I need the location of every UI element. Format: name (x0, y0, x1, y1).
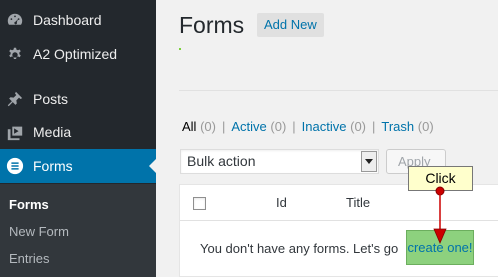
submenu-item-entries[interactable]: Entries (9, 251, 49, 266)
view-inactive-link[interactable]: Inactive (302, 119, 347, 134)
bulk-action-select[interactable]: Bulk action (180, 149, 379, 174)
title-accent (179, 48, 181, 50)
dashboard-icon (6, 11, 24, 29)
sidebar-item-label: Media (33, 124, 72, 140)
forms-submenu: Forms New Form Entries (0, 184, 156, 277)
view-inactive-count: (0) (350, 119, 366, 134)
bulk-action-value: Bulk action (187, 153, 256, 169)
column-header-id[interactable]: Id (276, 195, 287, 210)
view-all-count: (0) (200, 119, 216, 134)
gear-icon (6, 45, 24, 63)
sidebar-item-a2-optimized[interactable]: A2 Optimized (0, 37, 156, 71)
submenu-item-forms[interactable]: Forms (9, 197, 49, 212)
status-filter-links: All (0) | Active (0) | Inactive (0) | Trash (0… (182, 119, 434, 134)
separator: | (221, 119, 226, 134)
submenu-item-new-form[interactable]: New Form (9, 224, 69, 239)
divider (179, 90, 498, 91)
add-new-button[interactable]: Add New (257, 13, 324, 37)
sidebar-item-dashboard[interactable]: Dashboard (0, 3, 156, 37)
empty-state-message: You don't have any forms. Let's go (200, 241, 399, 256)
sidebar-item-forms[interactable]: Forms (0, 149, 156, 183)
callout-arrow-icon (433, 186, 447, 245)
view-active-link[interactable]: Active (231, 119, 266, 134)
view-trash-count: (0) (417, 119, 434, 134)
view-all-link[interactable]: All (182, 119, 196, 134)
chevron-down-icon[interactable] (361, 151, 377, 172)
sidebar-item-posts[interactable]: Posts (0, 82, 156, 116)
select-all-checkbox[interactable] (193, 197, 206, 210)
sidebar-item-label: Posts (33, 91, 69, 107)
sidebar-item-label: A2 Optimized (33, 46, 118, 62)
column-header-title[interactable]: Title (346, 195, 370, 210)
forms-icon (6, 157, 24, 175)
sidebar-item-media[interactable]: Media (0, 115, 156, 149)
view-active-count: (0) (270, 119, 287, 134)
sidebar-item-label: Dashboard (33, 12, 102, 28)
sidebar-item-label: Forms (33, 158, 73, 174)
separator: | (292, 119, 296, 134)
page-title: Forms (179, 12, 245, 38)
separator: | (372, 119, 376, 134)
view-trash-link[interactable]: Trash (381, 119, 414, 134)
pushpin-icon (6, 90, 24, 108)
media-icon (6, 123, 24, 141)
admin-sidebar: Dashboard A2 Optimized Posts Media Forms… (0, 0, 156, 277)
